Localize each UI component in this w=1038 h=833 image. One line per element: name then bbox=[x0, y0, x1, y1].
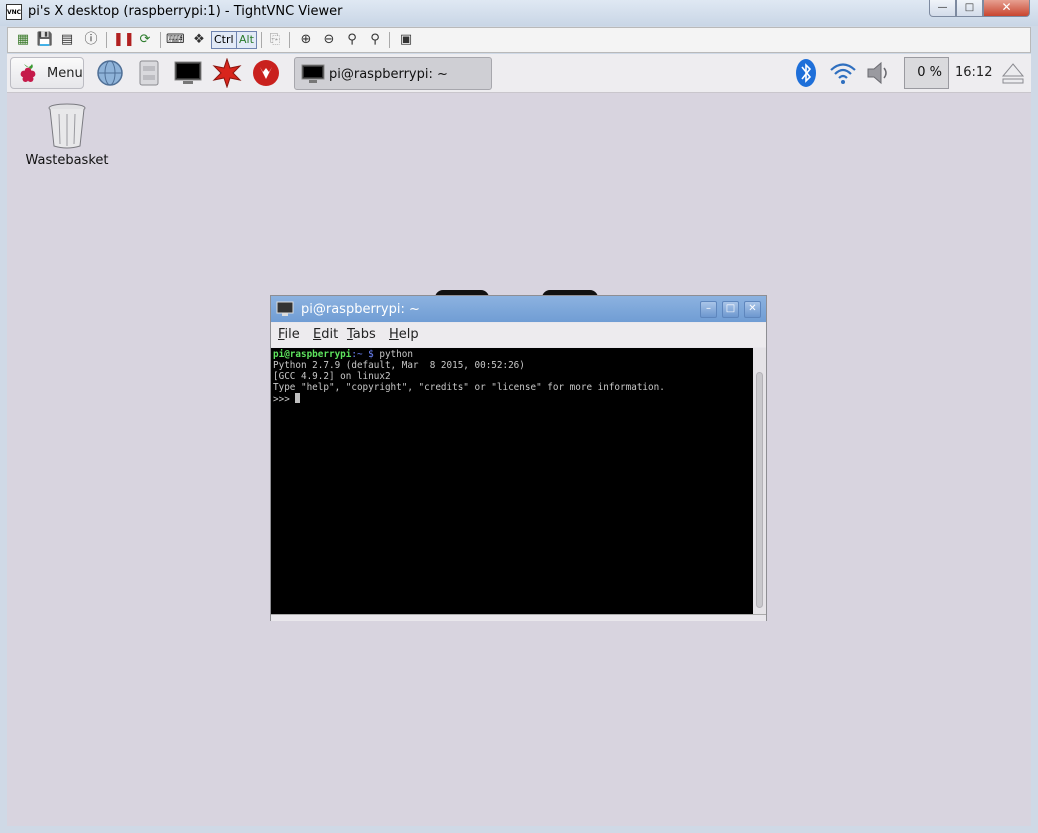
repl-prompt: >>> bbox=[273, 394, 296, 405]
alt-key-button[interactable]: Alt bbox=[236, 31, 257, 49]
prompt-dir: :~ $ bbox=[351, 349, 374, 360]
terminal-scrollbar[interactable] bbox=[753, 348, 766, 614]
output-line: Type "help", "copyright", "credits" or "… bbox=[273, 382, 665, 393]
close-button[interactable]: ✕ bbox=[983, 0, 1030, 17]
toolbar-separator bbox=[289, 32, 290, 48]
info-icon[interactable]: ⓘ bbox=[82, 31, 100, 49]
toolbar-separator bbox=[106, 32, 107, 48]
wastebasket-label[interactable]: Wastebasket bbox=[19, 153, 115, 168]
command-text: python bbox=[373, 349, 413, 360]
menu-label: Menu bbox=[47, 66, 83, 81]
terminal-window[interactable]: pi@raspberrypi: ~ – □ ✕ File Edit Tabs H… bbox=[270, 295, 767, 621]
new-connection-icon[interactable]: ▦ bbox=[14, 31, 32, 49]
output-line: Python 2.7.9 (default, Mar 8 2015, 00:52… bbox=[273, 360, 525, 371]
toolbar-separator bbox=[160, 32, 161, 48]
clipboard-icon[interactable]: ⎘ bbox=[266, 31, 284, 49]
lxde-panel: Menu pi@raspberrypi: ~ 0 % 16:12 bbox=[7, 54, 1031, 93]
bluetooth-icon[interactable] bbox=[794, 58, 818, 88]
pause-icon[interactable]: ❚❚ bbox=[113, 31, 135, 49]
file-manager-icon[interactable] bbox=[134, 58, 164, 88]
save-icon[interactable]: 💾 bbox=[36, 31, 54, 49]
mathematica-icon[interactable] bbox=[212, 58, 242, 88]
menu-file[interactable]: File bbox=[278, 327, 300, 342]
volume-icon[interactable] bbox=[864, 58, 892, 88]
ibeam-cursor-icon: ⅆ bbox=[414, 390, 424, 406]
window-title-bar[interactable]: VNC pi's X desktop (raspberrypi:1) - Tig… bbox=[0, 0, 1038, 26]
zoom-in-icon[interactable]: ⊕ bbox=[297, 31, 315, 49]
prompt-user: pi@raspberrypi bbox=[273, 349, 352, 360]
terminal-minimize-button[interactable]: – bbox=[700, 301, 717, 318]
scrollbar-thumb[interactable] bbox=[756, 372, 763, 608]
vnc-toolbar: ▦ 💾 ▤ ⓘ ❚❚ ⟳ ⌨ ❖ Ctrl Alt ⎘ ⊕ ⊖ ⚲ ⚲ ▣ bbox=[7, 27, 1031, 53]
remote-desktop[interactable]: Menu pi@raspberrypi: ~ 0 % 16:12 Wasteba… bbox=[7, 54, 1031, 826]
ctrl-key-button[interactable]: Ctrl bbox=[211, 31, 237, 49]
menu-edit[interactable]: Edit bbox=[313, 327, 338, 342]
text-cursor bbox=[295, 393, 301, 403]
raspberry-icon bbox=[20, 64, 36, 82]
wifi-icon[interactable] bbox=[828, 58, 858, 88]
clock[interactable]: 16:12 bbox=[955, 65, 992, 80]
refresh-icon[interactable]: ⟳ bbox=[136, 31, 154, 49]
start-menu-icon[interactable]: ❖ bbox=[190, 31, 208, 49]
wastebasket-icon[interactable] bbox=[45, 102, 89, 150]
menu-button[interactable]: Menu bbox=[10, 57, 84, 89]
terminal-task-icon bbox=[301, 64, 325, 83]
maximize-button[interactable]: □ bbox=[956, 0, 983, 17]
zoom-fit-icon[interactable]: ⚲ bbox=[366, 31, 384, 49]
terminal-title: pi@raspberrypi: ~ bbox=[301, 302, 420, 317]
terminal-maximize-button[interactable]: □ bbox=[722, 301, 739, 318]
fullscreen-icon[interactable]: ▣ bbox=[397, 31, 415, 49]
zoom-out-icon[interactable]: ⊖ bbox=[320, 31, 338, 49]
menu-tabs[interactable]: Tabs bbox=[347, 327, 376, 342]
output-line: [GCC 4.9.2] on linux2 bbox=[273, 371, 391, 382]
vnc-app-icon[interactable]: VNC bbox=[6, 4, 22, 20]
wolfram-icon[interactable] bbox=[251, 58, 281, 88]
terminal-bottom-edge bbox=[271, 614, 766, 621]
terminal-menubar: File Edit Tabs Help bbox=[271, 323, 766, 347]
options-icon[interactable]: ▤ bbox=[58, 31, 76, 49]
menu-help[interactable]: Help bbox=[389, 327, 419, 342]
window-bottom-border bbox=[0, 826, 1038, 833]
taskbar-terminal-button[interactable]: pi@raspberrypi: ~ bbox=[294, 57, 492, 90]
terminal-launcher-icon[interactable] bbox=[173, 58, 203, 88]
minimize-button[interactable]: — bbox=[929, 0, 956, 17]
terminal-output[interactable]: pi@raspberrypi:~ $ python Python 2.7.9 (… bbox=[271, 348, 753, 614]
terminal-title-bar[interactable]: pi@raspberrypi: ~ – □ ✕ bbox=[271, 296, 766, 322]
eject-icon[interactable] bbox=[1000, 58, 1026, 88]
taskbar-terminal-label: pi@raspberrypi: ~ bbox=[329, 67, 448, 82]
cpu-usage-monitor[interactable]: 0 % bbox=[904, 57, 949, 89]
toolbar-separator bbox=[389, 32, 390, 48]
zoom-100-icon[interactable]: ⚲ bbox=[343, 31, 361, 49]
terminal-close-button[interactable]: ✕ bbox=[744, 301, 761, 318]
web-browser-icon[interactable] bbox=[95, 58, 125, 88]
window-title: pi's X desktop (raspberrypi:1) - TightVN… bbox=[28, 4, 343, 19]
toolbar-separator bbox=[261, 32, 262, 48]
ctrl-alt-del-icon[interactable]: ⌨ bbox=[166, 31, 185, 49]
terminal-window-icon bbox=[276, 301, 294, 316]
